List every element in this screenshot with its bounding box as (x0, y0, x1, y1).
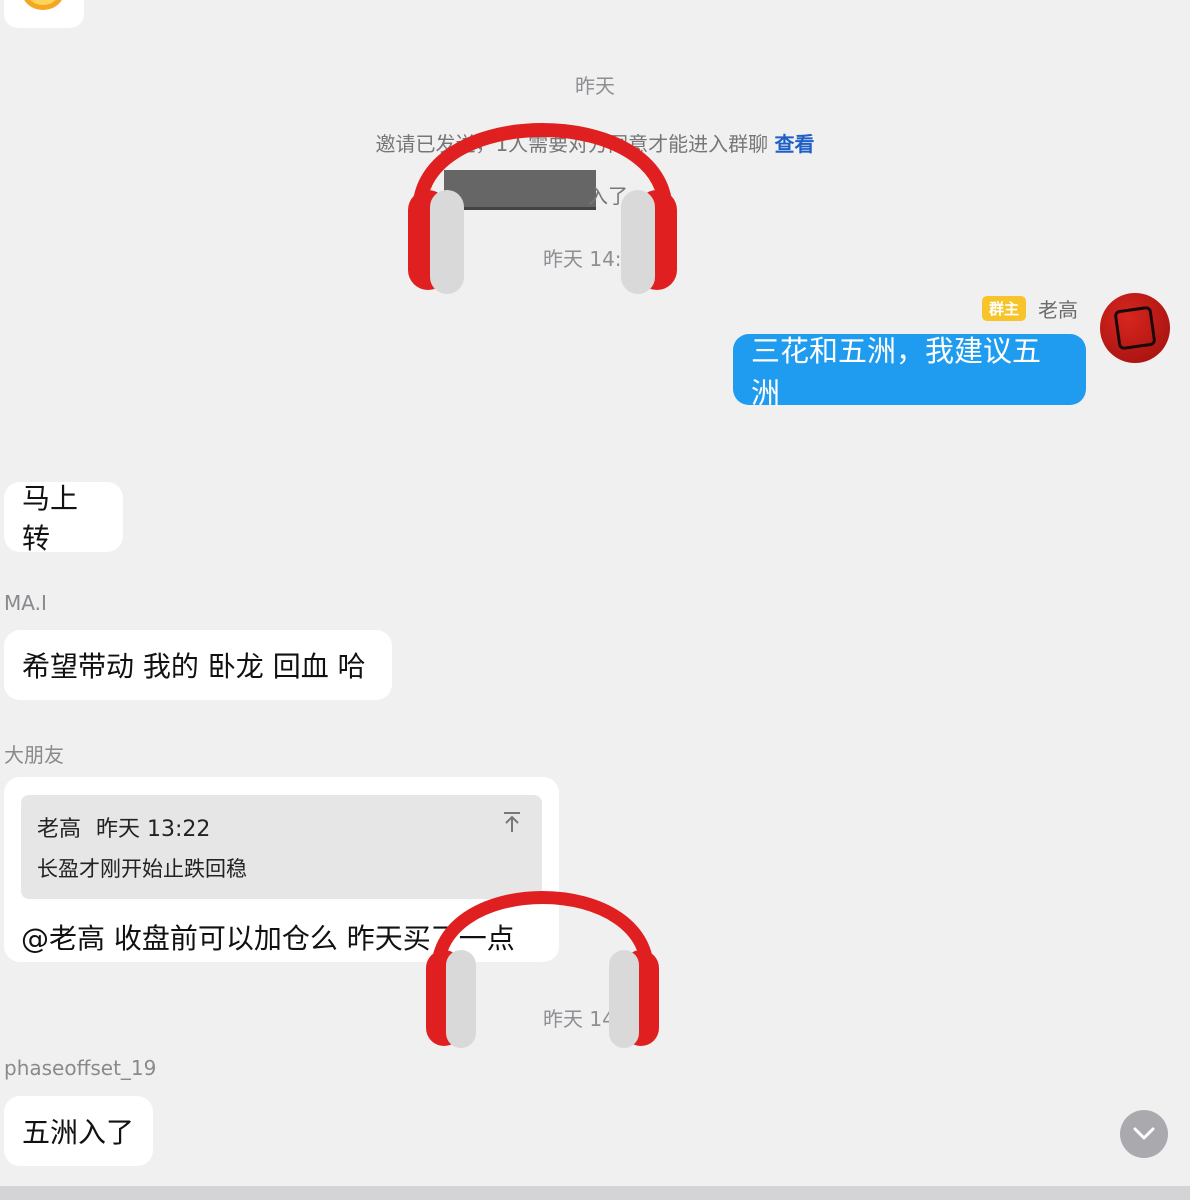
message-text: @老高 收盘前可以加仓么 昨天买了一点 (21, 922, 515, 955)
joined-notice: 入了 (588, 184, 628, 208)
scroll-down-button[interactable] (1120, 1110, 1168, 1158)
system-time-1407: 昨天 14:07 (543, 247, 647, 271)
message-text: 希望带动 我的 卧龙 回血 哈 (22, 650, 366, 683)
redacted-name (444, 170, 596, 210)
message-bubble[interactable]: 五洲入了 (4, 1096, 153, 1166)
quote-header: 老高 昨天 13:22 (37, 811, 526, 843)
quoted-message[interactable]: 老高 昨天 13:22 长盈才刚开始止跌回稳 (21, 795, 542, 899)
my-message-bubble[interactable]: 三花和五洲，我建议五洲 (733, 334, 1086, 410)
red-calligraphy-avatar-icon (1113, 305, 1157, 351)
message-bubble[interactable]: 马上转 (4, 482, 123, 555)
message-text: 马上转 (22, 482, 79, 555)
chevron-down-icon (1133, 1127, 1155, 1140)
sender-name[interactable]: 大朋友 (4, 739, 64, 768)
message-text: 五洲入了 (22, 1116, 135, 1149)
invite-notice: 邀请已发送，1人需要对方同意才能进入群聊 查看 (0, 128, 1190, 157)
sender-name[interactable]: MA.I (4, 591, 47, 615)
sender-name[interactable]: phaseoffset_19 (4, 1056, 156, 1080)
message-text: 三花和五洲，我建议五洲 (751, 333, 1042, 410)
owner-badge: 群主 (981, 296, 1026, 321)
message-bubble[interactable]: 老高 昨天 13:22 长盈才刚开始止跌回稳 @老高 收盘前可以加仓么 昨天买了… (4, 777, 559, 962)
system-time-partial: 昨天 (575, 74, 615, 98)
invite-view-link[interactable]: 查看 (775, 132, 815, 156)
sender-name: 老高 (1038, 298, 1078, 322)
invite-notice-text: 邀请已发送，1人需要对方同意才能进入群聊 (375, 132, 769, 156)
message-bubble[interactable]: 希望带动 我的 卧龙 回血 哈 (4, 630, 392, 700)
avatar[interactable] (1100, 293, 1170, 363)
owner-sender-row: 群主 老高 (981, 294, 1078, 323)
system-time-1438: 昨天 14:38 (543, 1007, 647, 1031)
arrow-up-to-top-icon[interactable] (502, 811, 522, 833)
quote-author: 老高 (37, 817, 82, 842)
quote-text: 长盈才刚开始止跌回稳 (37, 857, 247, 881)
bottom-bar (0, 1186, 1190, 1200)
quote-time: 昨天 13:22 (96, 817, 211, 842)
